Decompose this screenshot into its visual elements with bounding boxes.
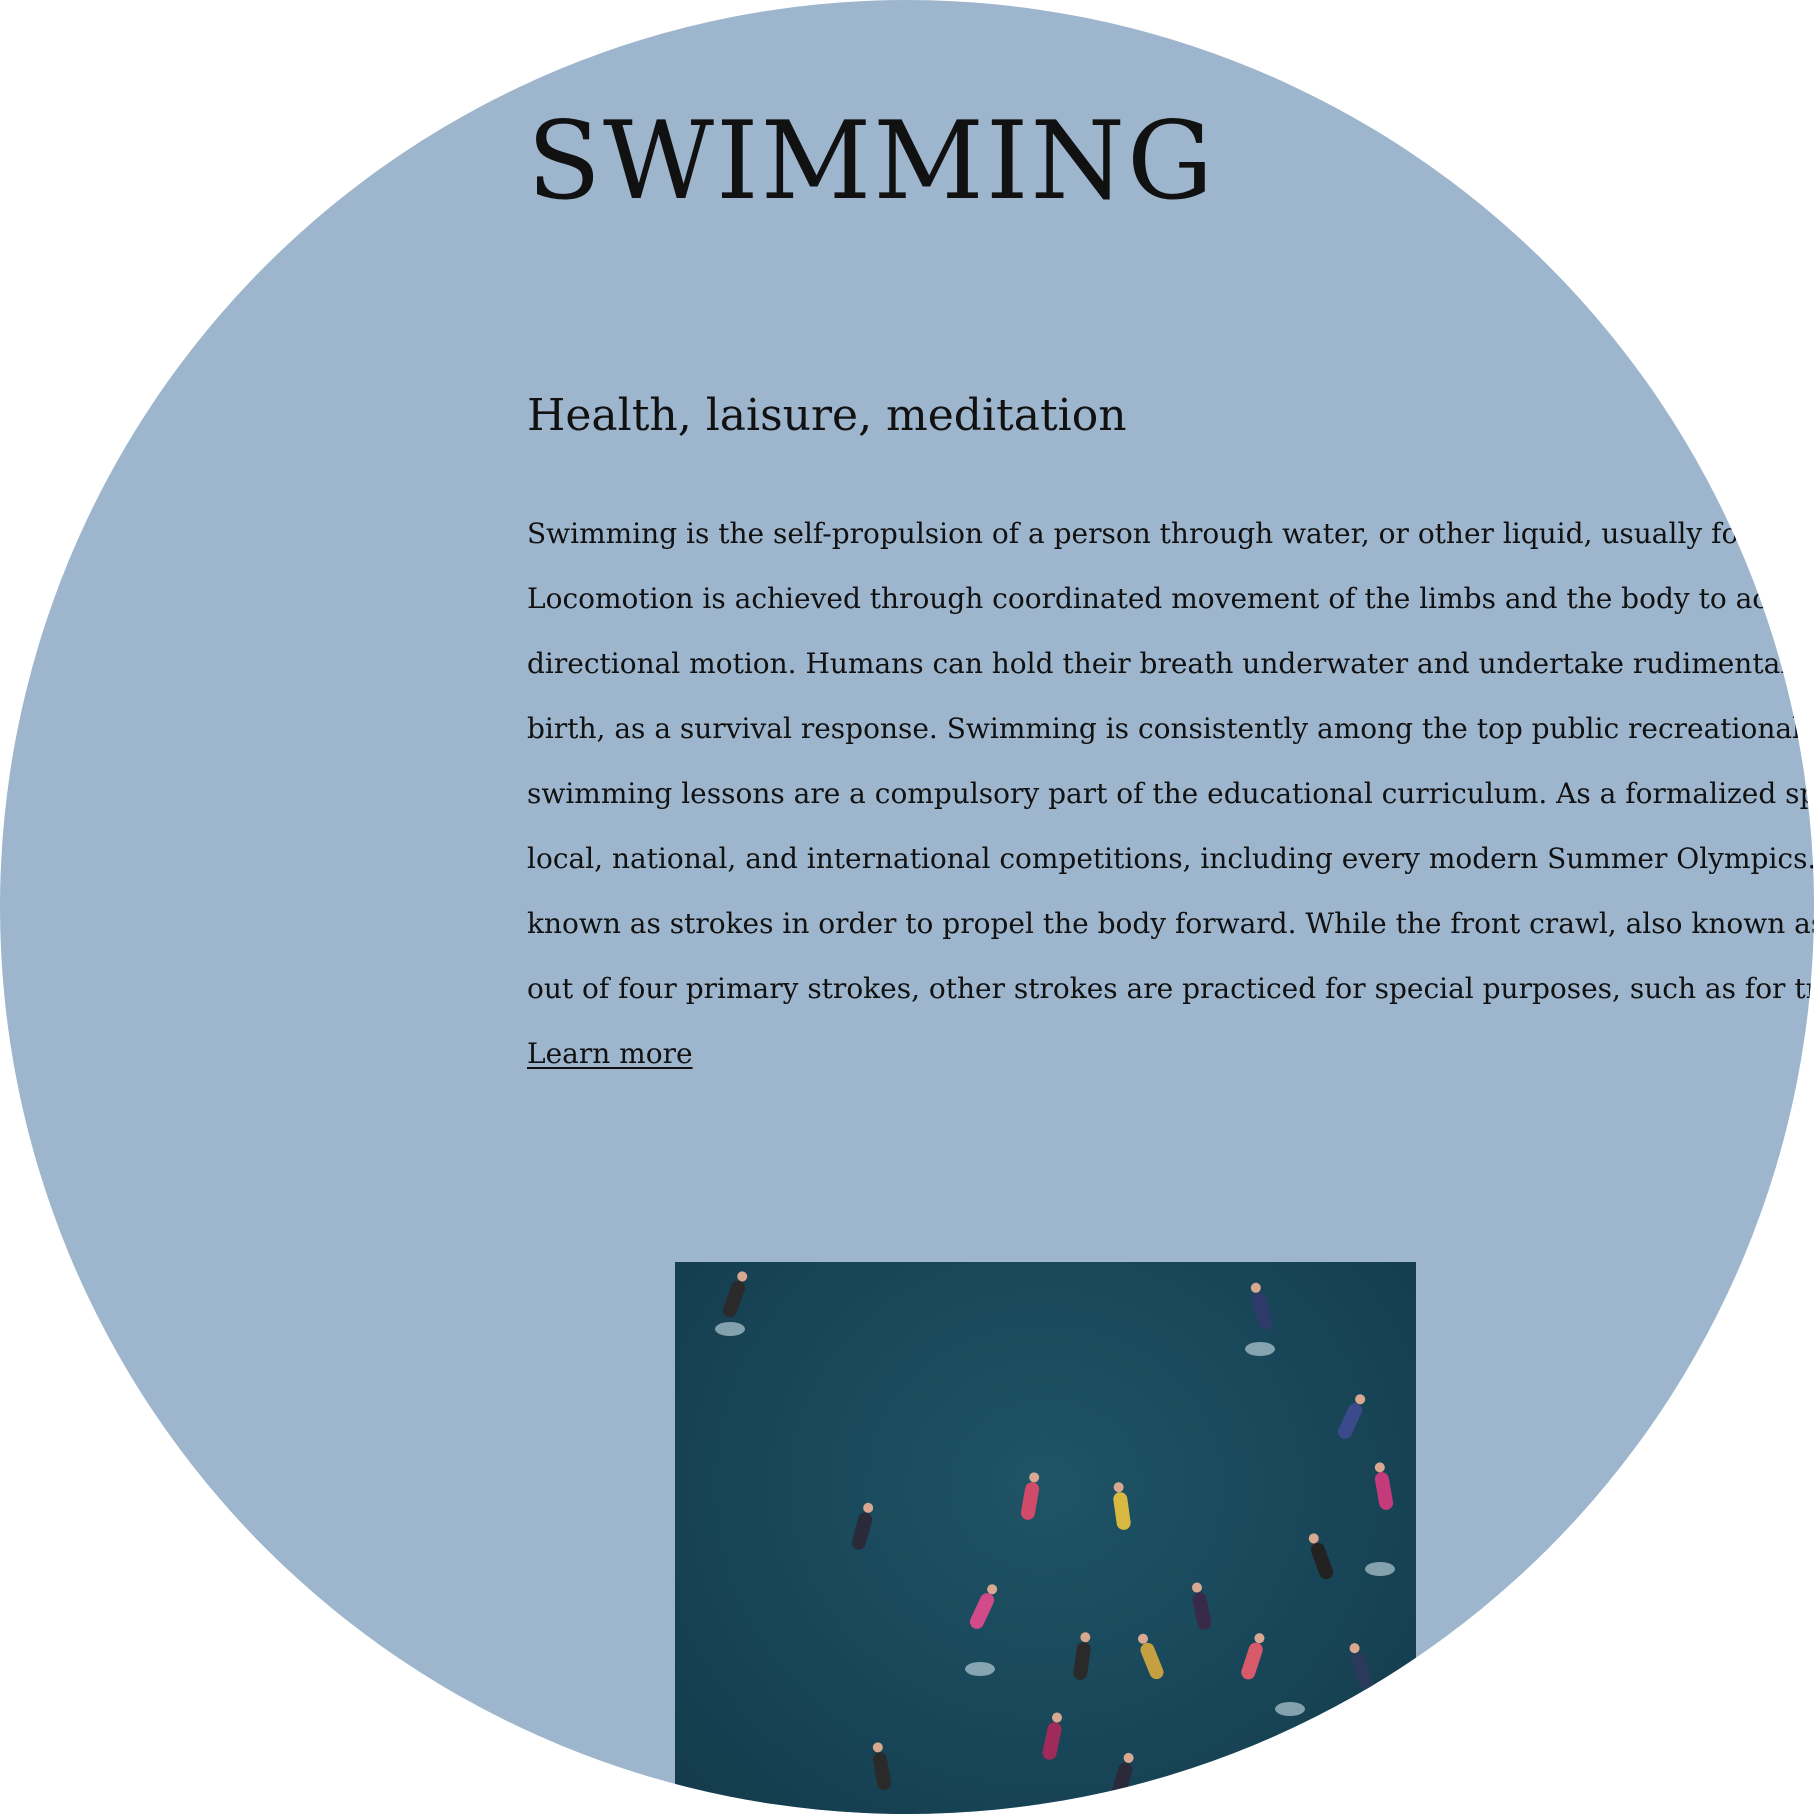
water-splash	[965, 1662, 995, 1676]
swimmer-figure	[1019, 1471, 1041, 1521]
body-line: local, national, and international compe…	[527, 842, 1814, 875]
swimmers-aerial-photo	[675, 1262, 1416, 1814]
swimmer-figure	[1041, 1711, 1063, 1762]
swimmer-figure	[1373, 1461, 1395, 1511]
water-splash	[1275, 1702, 1305, 1716]
body-line: swimming lessons are a compulsory part o…	[527, 777, 1814, 810]
page-subtitle: Health, laisure, meditation	[527, 390, 1127, 441]
swimmer-figure	[850, 1501, 875, 1552]
water-splash	[1245, 1342, 1275, 1356]
water-splash	[715, 1322, 745, 1336]
body-line: Swimming is the self-propulsion of a per…	[527, 517, 1791, 550]
water-splash	[1365, 1562, 1395, 1576]
body-line: out of four primary strokes, other strok…	[527, 972, 1814, 1005]
swimmer-figure	[720, 1270, 749, 1320]
swimmer-figure	[1307, 1532, 1336, 1582]
swimmer-figure	[1191, 1581, 1213, 1632]
body-paragraph: Swimming is the self-propulsion of a per…	[527, 510, 1814, 1030]
swimmer-figure	[1072, 1631, 1092, 1681]
learn-more-link[interactable]: Learn more	[527, 1030, 693, 1078]
swimmer-figure	[1110, 1751, 1135, 1802]
swimmer-figure	[1335, 1392, 1367, 1442]
swimmer-figure	[967, 1582, 999, 1632]
swimmer-figure	[1239, 1631, 1266, 1682]
swimmer-figure	[1112, 1481, 1132, 1531]
swimmer-figure	[1136, 1632, 1166, 1682]
page-title: SWIMMING	[527, 99, 1216, 224]
swimmer-figure	[871, 1741, 893, 1791]
body-line: birth, as a survival response. Swimming …	[527, 712, 1814, 745]
body-line: Locomotion is achieved through coordinat…	[527, 582, 1795, 615]
body-line: known as strokes in order to propel the …	[527, 907, 1814, 940]
page-viewport: SWIMMING Health, laisure, meditation Swi…	[0, 0, 1814, 1814]
swimmer-figure	[1249, 1281, 1274, 1332]
swimmer-figure	[1348, 1641, 1375, 1692]
body-line: directional motion. Humans can hold thei…	[527, 647, 1814, 680]
